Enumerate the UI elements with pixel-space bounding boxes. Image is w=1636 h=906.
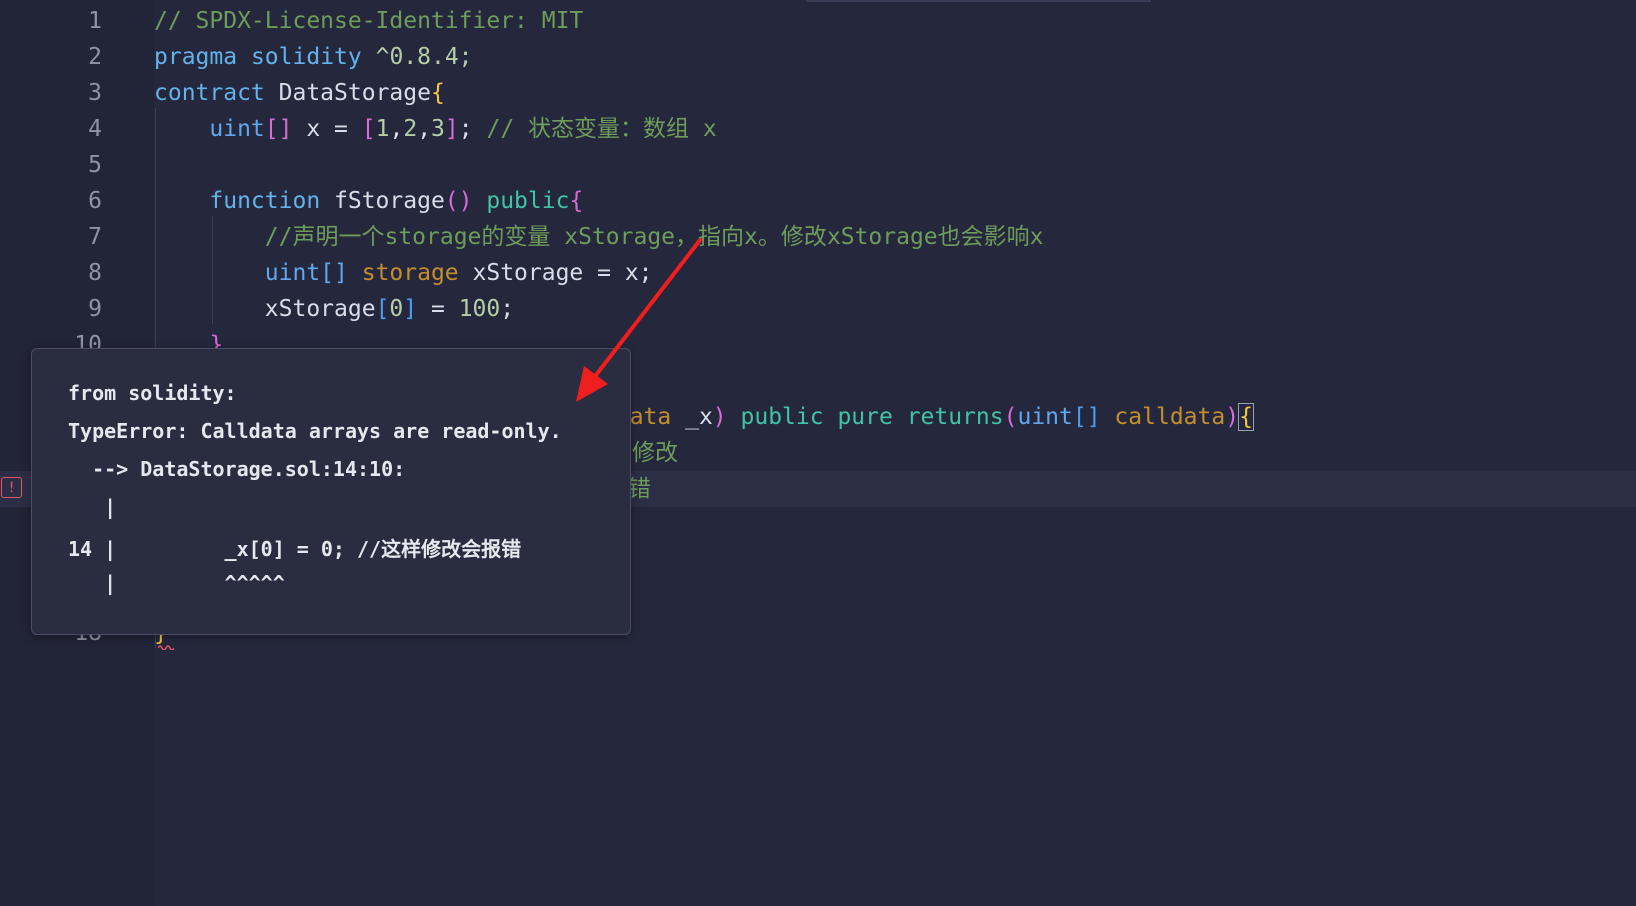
open-brace: { xyxy=(569,188,584,214)
type-uint: uint xyxy=(1017,404,1073,430)
assignment: x = xyxy=(292,116,362,142)
bracket: ] xyxy=(403,296,418,322)
keyword-solidity: solidity xyxy=(250,44,362,70)
number: 100 xyxy=(458,296,501,322)
code-line-3[interactable]: 3 contract DataStorage{ xyxy=(0,75,1636,111)
comma: , xyxy=(389,116,404,142)
contract-name: DataStorage xyxy=(278,80,431,106)
state-variable-comment: // 状态变量：数组 x xyxy=(486,116,717,142)
open-brace: { xyxy=(1238,403,1254,431)
keyword-returns: returns xyxy=(892,404,1004,430)
keyword-storage: storage xyxy=(347,260,459,286)
line-number: 6 xyxy=(88,188,102,214)
storage-comment: //声明一个storage的变量 xStorage，指向x。修改xStorage… xyxy=(264,224,1044,250)
semicolon: ; xyxy=(458,116,487,142)
error-icon[interactable]: ! xyxy=(1,477,22,498)
line-number: 2 xyxy=(88,44,102,70)
error-message: TypeError: Calldata arrays are read-only… xyxy=(68,419,562,443)
parens: () xyxy=(444,188,473,214)
error-pipe: | xyxy=(68,495,117,519)
code-editor[interactable]: 1 // SPDX-License-Identifier: MIT 2 prag… xyxy=(0,0,1636,906)
line-number: 1 xyxy=(88,8,102,34)
comment-fragment: 修改 xyxy=(632,440,678,466)
assignment: = xyxy=(417,296,459,322)
function-name: fStorage xyxy=(320,188,445,214)
code-line-4[interactable]: 4 uint[] x = [1,2,3]; // 状态变量：数组 x xyxy=(0,111,1636,147)
keyword-pure: pure xyxy=(823,404,893,430)
comment-fragment: 错 xyxy=(628,476,651,502)
close-paren: ) xyxy=(712,404,727,430)
error-hover-popup[interactable]: from solidity: TypeError: Calldata array… xyxy=(31,348,631,635)
code-line-1[interactable]: 1 // SPDX-License-Identifier: MIT xyxy=(0,3,1636,39)
number: 1 xyxy=(375,116,390,142)
open-paren: ( xyxy=(1003,404,1018,430)
bracket: [ xyxy=(264,116,279,142)
variable-name: xStorage xyxy=(264,296,376,322)
version-text: ^0.8.4; xyxy=(375,44,473,70)
error-code-line: 14 | _x[0] = 0; //这样修改会报错 xyxy=(68,537,522,561)
line-number: 7 xyxy=(88,224,102,250)
error-caret-line: | ^^^^^ xyxy=(68,571,285,595)
semicolon: ; xyxy=(500,296,515,322)
bracket: [] xyxy=(1072,404,1101,430)
error-location: --> DataStorage.sol:14:10: xyxy=(68,457,406,481)
line-number: 4 xyxy=(88,116,102,142)
keyword-function: function xyxy=(209,188,321,214)
code-line-8[interactable]: 8 uint[] storage xStorage = x; xyxy=(0,255,1636,291)
keyword-calldata: calldata xyxy=(1100,404,1226,430)
keyword-pragma: pragma xyxy=(154,44,238,70)
bracket: ] xyxy=(278,116,293,142)
error-source: from solidity: xyxy=(68,381,237,405)
storage-assignment: xStorage = x; xyxy=(458,260,653,286)
close-paren: ) xyxy=(1225,404,1240,430)
line-number: 8 xyxy=(88,260,102,286)
keyword-public: public xyxy=(472,188,570,214)
open-brace: { xyxy=(430,80,445,106)
code-line-2[interactable]: 2 pragma solidity ^0.8.4; xyxy=(0,39,1636,75)
keyword-contract: contract xyxy=(154,80,265,106)
code-line-7[interactable]: 7 //声明一个storage的变量 xStorage，指向x。修改xStora… xyxy=(0,219,1636,255)
bracket: [ xyxy=(361,116,376,142)
keyword-public: public xyxy=(726,404,824,430)
number: 2 xyxy=(403,116,418,142)
comma: , xyxy=(417,116,432,142)
param-name: _x xyxy=(671,404,713,430)
code-line-6[interactable]: 6 function fStorage() public{ xyxy=(0,183,1636,219)
code-line-5[interactable]: 5 xyxy=(0,147,1636,183)
line-number: 3 xyxy=(88,80,102,106)
error-squiggle xyxy=(158,645,174,650)
line-number: 9 xyxy=(88,296,102,322)
index: 0 xyxy=(389,296,404,322)
line-number: 5 xyxy=(88,152,102,178)
bracket: [ xyxy=(375,296,390,322)
type-uint-array: uint[] xyxy=(264,260,348,286)
number: 3 xyxy=(431,116,445,142)
license-comment: // SPDX-License-Identifier: MIT xyxy=(154,8,584,34)
type-uint: uint xyxy=(209,116,265,142)
bracket: ] xyxy=(444,116,459,142)
code-line-9[interactable]: 9 xStorage[0] = 100; xyxy=(0,291,1636,327)
scroll-indicator[interactable] xyxy=(806,0,1151,2)
